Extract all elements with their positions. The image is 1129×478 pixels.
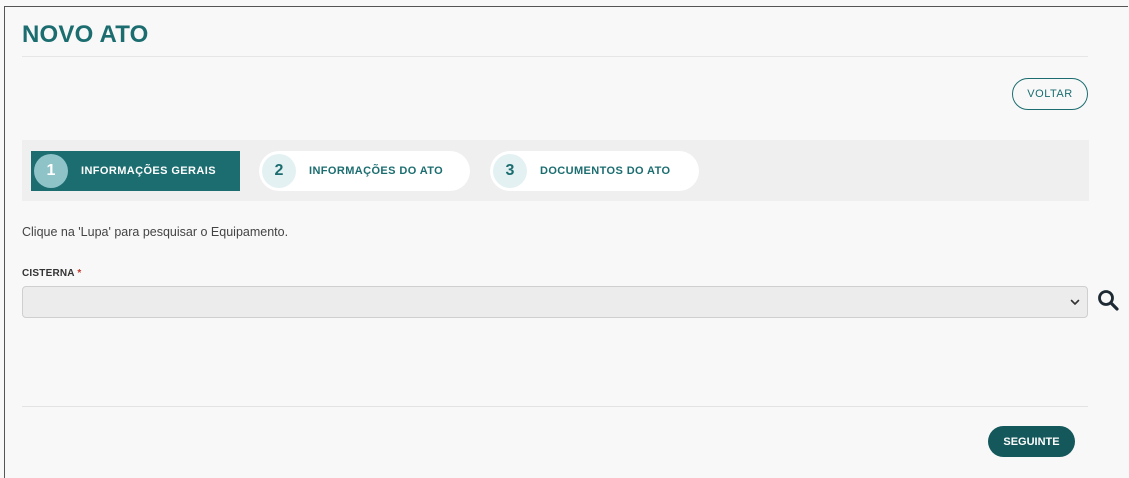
page-title: NOVO ATO xyxy=(22,21,149,48)
step-number: 3 xyxy=(493,154,527,188)
step-number: 1 xyxy=(34,154,68,188)
title-divider xyxy=(22,56,1088,57)
back-button[interactable]: VOLTAR xyxy=(1012,78,1088,110)
step-informacoes-do-ato[interactable]: 2 INFORMAÇÕES DO ATO xyxy=(259,151,470,191)
page-frame xyxy=(4,6,1128,478)
step-number: 2 xyxy=(262,154,296,188)
search-icon[interactable] xyxy=(1096,288,1120,312)
step-informacoes-gerais[interactable]: 1 INFORMAÇÕES GERAIS xyxy=(31,151,240,191)
chevron-down-icon xyxy=(1070,299,1080,305)
cisterna-select[interactable] xyxy=(22,286,1088,318)
cisterna-label-text: CISTERNA xyxy=(22,268,75,279)
cisterna-label: CISTERNA * xyxy=(22,268,81,279)
step-label: INFORMAÇÕES DO ATO xyxy=(309,165,444,177)
step-label: DOCUMENTOS DO ATO xyxy=(540,165,671,177)
next-button[interactable]: SEGUINTE xyxy=(988,426,1075,457)
required-mark: * xyxy=(77,268,82,279)
search-hint: Clique na 'Lupa' para pesquisar o Equipa… xyxy=(22,225,289,239)
step-label: INFORMAÇÕES GERAIS xyxy=(81,165,216,177)
footer-divider xyxy=(22,406,1088,407)
step-documentos-do-ato[interactable]: 3 DOCUMENTOS DO ATO xyxy=(490,151,699,191)
